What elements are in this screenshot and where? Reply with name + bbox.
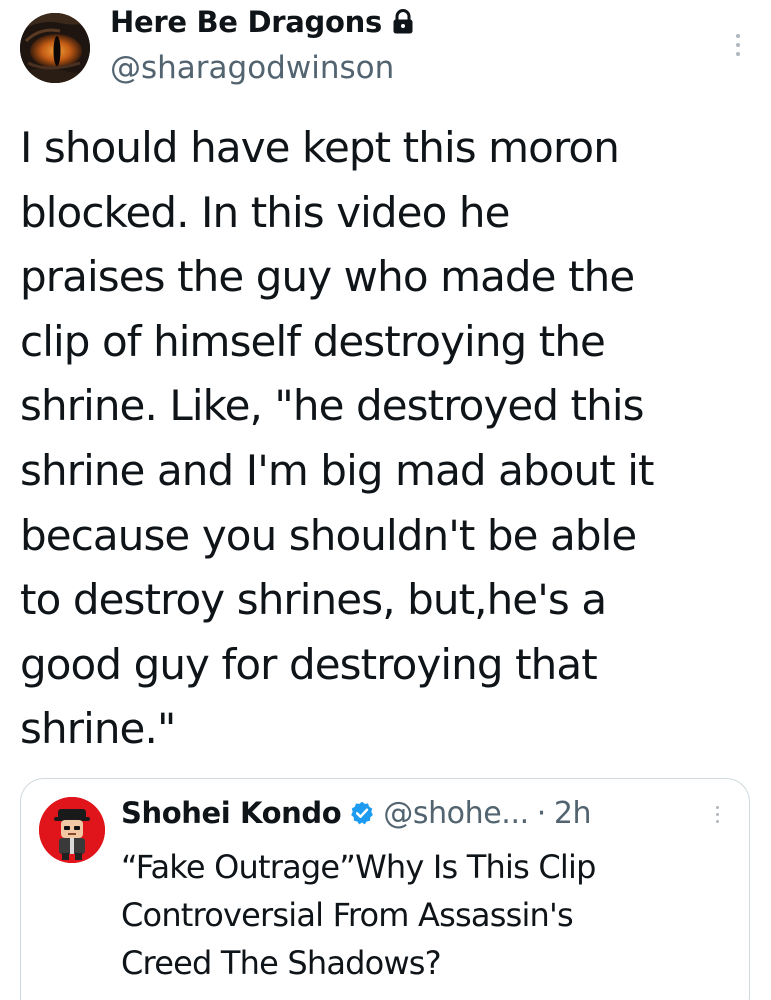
cartoon-character-avatar-image: [39, 797, 105, 863]
quoted-tweet-time[interactable]: 2h: [554, 796, 592, 831]
quoted-tweet-card[interactable]: Shohei Kondo @shohe... · 2h “Fake Outrag…: [20, 778, 750, 1000]
tweet-detail-view: Here Be Dragons @sharagodwinson I should…: [0, 0, 771, 1000]
tweet-header: Here Be Dragons @sharagodwinson: [0, 0, 771, 95]
verified-badge-icon: [349, 800, 375, 826]
author-display-name[interactable]: Here Be Dragons: [110, 5, 382, 39]
quoted-tweet-text: “Fake Outrage”Why Is This Clip Controver…: [121, 843, 731, 987]
tweet-text-line: to destroy shrines, but,he's a: [20, 575, 607, 625]
tweet-text-line: because you shouldn't be able: [20, 510, 637, 560]
author-name-row: Here Be Dragons: [110, 2, 414, 42]
more-vertical-icon[interactable]: [729, 30, 747, 60]
quoted-text-line: Creed The Shadows?: [121, 944, 442, 982]
quoted-author-name[interactable]: Shohei Kondo: [121, 796, 342, 830]
timestamp-separator: ·: [536, 795, 547, 831]
author-avatar[interactable]: [20, 13, 90, 83]
tweet-text-line: shrine.": [20, 704, 176, 754]
tweet-text-line: shrine and I'm big mad about it: [20, 445, 654, 495]
more-vertical-icon[interactable]: [711, 801, 723, 827]
tweet-text-line: praises the guy who made the: [20, 252, 635, 302]
quoted-text-line: Controversial From Assassin's: [121, 896, 574, 934]
quoted-author-handle[interactable]: @shohe...: [383, 796, 529, 831]
tweet-text-line: blocked. In this video he: [20, 187, 510, 237]
author-handle[interactable]: @sharagodwinson: [110, 50, 394, 86]
quoted-author-avatar[interactable]: [39, 797, 105, 863]
tweet-text-line: I should have kept this moron: [20, 123, 620, 172]
lock-icon: [392, 9, 414, 35]
tweet-text-line: good guy for destroying that: [20, 639, 598, 689]
tweet-text: I should have kept this moron blocked. I…: [20, 116, 755, 762]
quoted-author-row: Shohei Kondo @shohe... · 2h: [121, 793, 592, 833]
tweet-text-line: shrine. Like, "he destroyed this: [20, 381, 645, 431]
quoted-text-line: “Fake Outrage”Why Is This Clip: [121, 848, 596, 886]
dragon-eye-avatar-image: [20, 13, 90, 83]
tweet-text-line: clip of himself destroying the: [20, 316, 606, 366]
